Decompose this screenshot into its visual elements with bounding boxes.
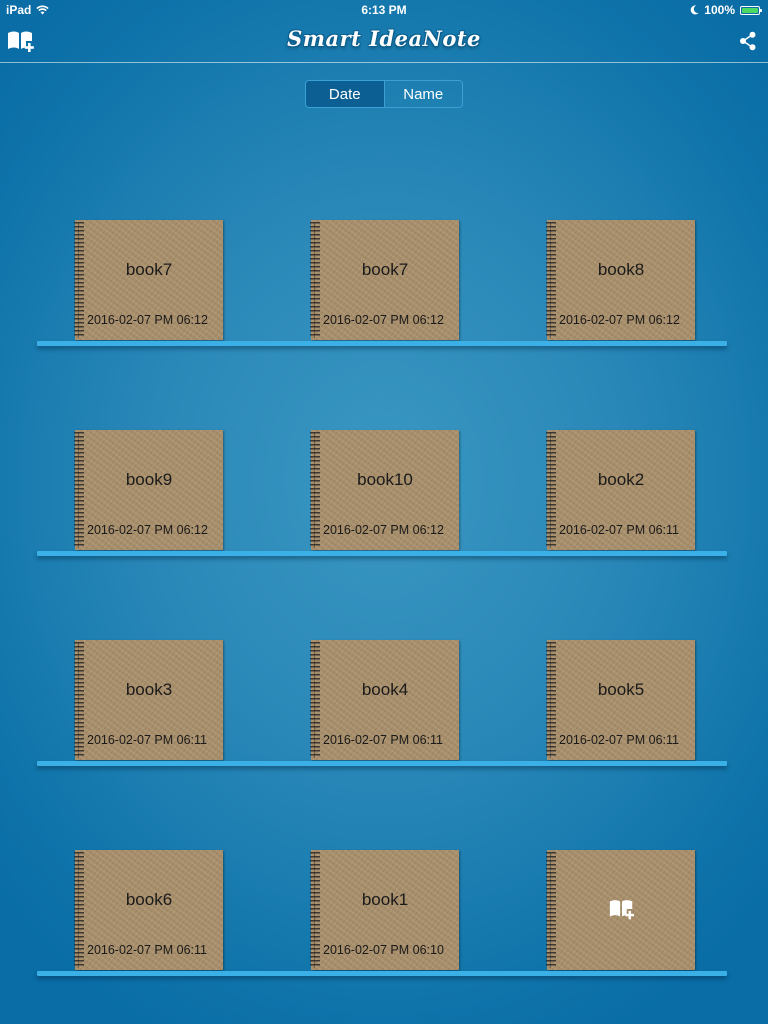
notebook-title: book7 <box>125 260 173 279</box>
notebook-date: 2016-02-07 PM 06:12 <box>87 523 208 537</box>
sort-segmented-control: Date Name <box>305 80 463 108</box>
notebook-title: book5 <box>597 680 645 699</box>
notebook-tile[interactable]: book6 2016-02-07 PM 06:11 <box>74 850 223 970</box>
spiral-binding <box>74 222 84 338</box>
shelf-row: book6 2016-02-07 PM 06:11 book1 2016-02-… <box>0 850 768 990</box>
notebook-tile[interactable]: book5 2016-02-07 PM 06:11 <box>546 640 695 760</box>
notebook-tile[interactable]: book9 2016-02-07 PM 06:12 <box>74 430 223 550</box>
nav-bar: Smart IdeaNote <box>0 20 768 63</box>
notebook-date: 2016-02-07 PM 06:12 <box>559 313 680 327</box>
spiral-binding <box>310 222 320 338</box>
notebook-title: book9 <box>125 470 173 489</box>
notebook-title: book6 <box>125 890 173 909</box>
notebook-tile[interactable]: book7 2016-02-07 PM 06:12 <box>74 220 223 340</box>
spiral-binding <box>546 642 556 758</box>
notebook-title: book8 <box>597 260 645 279</box>
notebook-date: 2016-02-07 PM 06:11 <box>87 943 207 957</box>
share-button[interactable] <box>738 31 758 51</box>
battery-percent: 100% <box>704 3 735 17</box>
battery-fill <box>742 7 758 13</box>
spiral-binding <box>310 852 320 968</box>
spiral-binding <box>74 432 84 548</box>
notebook-title: book3 <box>125 680 173 699</box>
notebook-date: 2016-02-07 PM 06:11 <box>87 733 207 747</box>
spiral-binding <box>74 642 84 758</box>
notebook-title: book7 <box>361 260 409 279</box>
spiral-binding <box>310 642 320 758</box>
notebook-date: 2016-02-07 PM 06:11 <box>559 733 679 747</box>
notebook-tile[interactable]: book10 2016-02-07 PM 06:12 <box>310 430 459 550</box>
notebook-tile[interactable]: book7 2016-02-07 PM 06:12 <box>310 220 459 340</box>
shelf <box>37 971 727 976</box>
notebook-date: 2016-02-07 PM 06:12 <box>323 523 444 537</box>
spiral-binding <box>546 432 556 548</box>
spiral-binding <box>546 222 556 338</box>
notebook-title: book2 <box>597 470 645 489</box>
notebook-tile[interactable]: book4 2016-02-07 PM 06:11 <box>310 640 459 760</box>
shelf-row: book9 2016-02-07 PM 06:12 book10 2016-02… <box>0 430 768 570</box>
shelf-row: book3 2016-02-07 PM 06:11 book4 2016-02-… <box>0 640 768 780</box>
notebook-date: 2016-02-07 PM 06:12 <box>323 313 444 327</box>
shelf <box>37 761 727 766</box>
moon-icon <box>691 5 699 15</box>
sort-by-name-tab[interactable]: Name <box>383 81 463 107</box>
status-time: 6:13 PM <box>361 3 407 17</box>
notebook-date: 2016-02-07 PM 06:11 <box>559 523 679 537</box>
notebook-date: 2016-02-07 PM 06:10 <box>323 943 444 957</box>
add-notebook-tile[interactable] <box>546 850 695 970</box>
status-bar: iPad 6:13 PM 100% <box>0 0 768 20</box>
notebook-date: 2016-02-07 PM 06:11 <box>323 733 443 747</box>
battery-icon <box>740 5 762 15</box>
notebook-tile[interactable]: book2 2016-02-07 PM 06:11 <box>546 430 695 550</box>
notebook-date: 2016-02-07 PM 06:12 <box>87 313 208 327</box>
notebook-tile[interactable]: book3 2016-02-07 PM 06:11 <box>74 640 223 760</box>
sort-by-date-tab[interactable]: Date <box>306 81 384 107</box>
spiral-binding <box>546 852 556 968</box>
share-icon <box>740 31 756 51</box>
app-title: Smart IdeaNote <box>287 26 481 51</box>
notebook-title: book1 <box>361 890 409 909</box>
add-book-icon <box>609 900 634 920</box>
shelf <box>37 341 727 346</box>
spiral-binding <box>310 432 320 548</box>
shelf <box>37 551 727 556</box>
notebook-title: book10 <box>357 470 413 489</box>
spiral-binding <box>74 852 84 968</box>
notebook-tile[interactable]: book1 2016-02-07 PM 06:10 <box>310 850 459 970</box>
notebook-title: book4 <box>361 680 409 699</box>
status-right: 100% <box>690 3 762 17</box>
notebook-tile[interactable]: book8 2016-02-07 PM 06:12 <box>546 220 695 340</box>
shelf-row: book7 2016-02-07 PM 06:12 book7 2016-02-… <box>0 220 768 360</box>
